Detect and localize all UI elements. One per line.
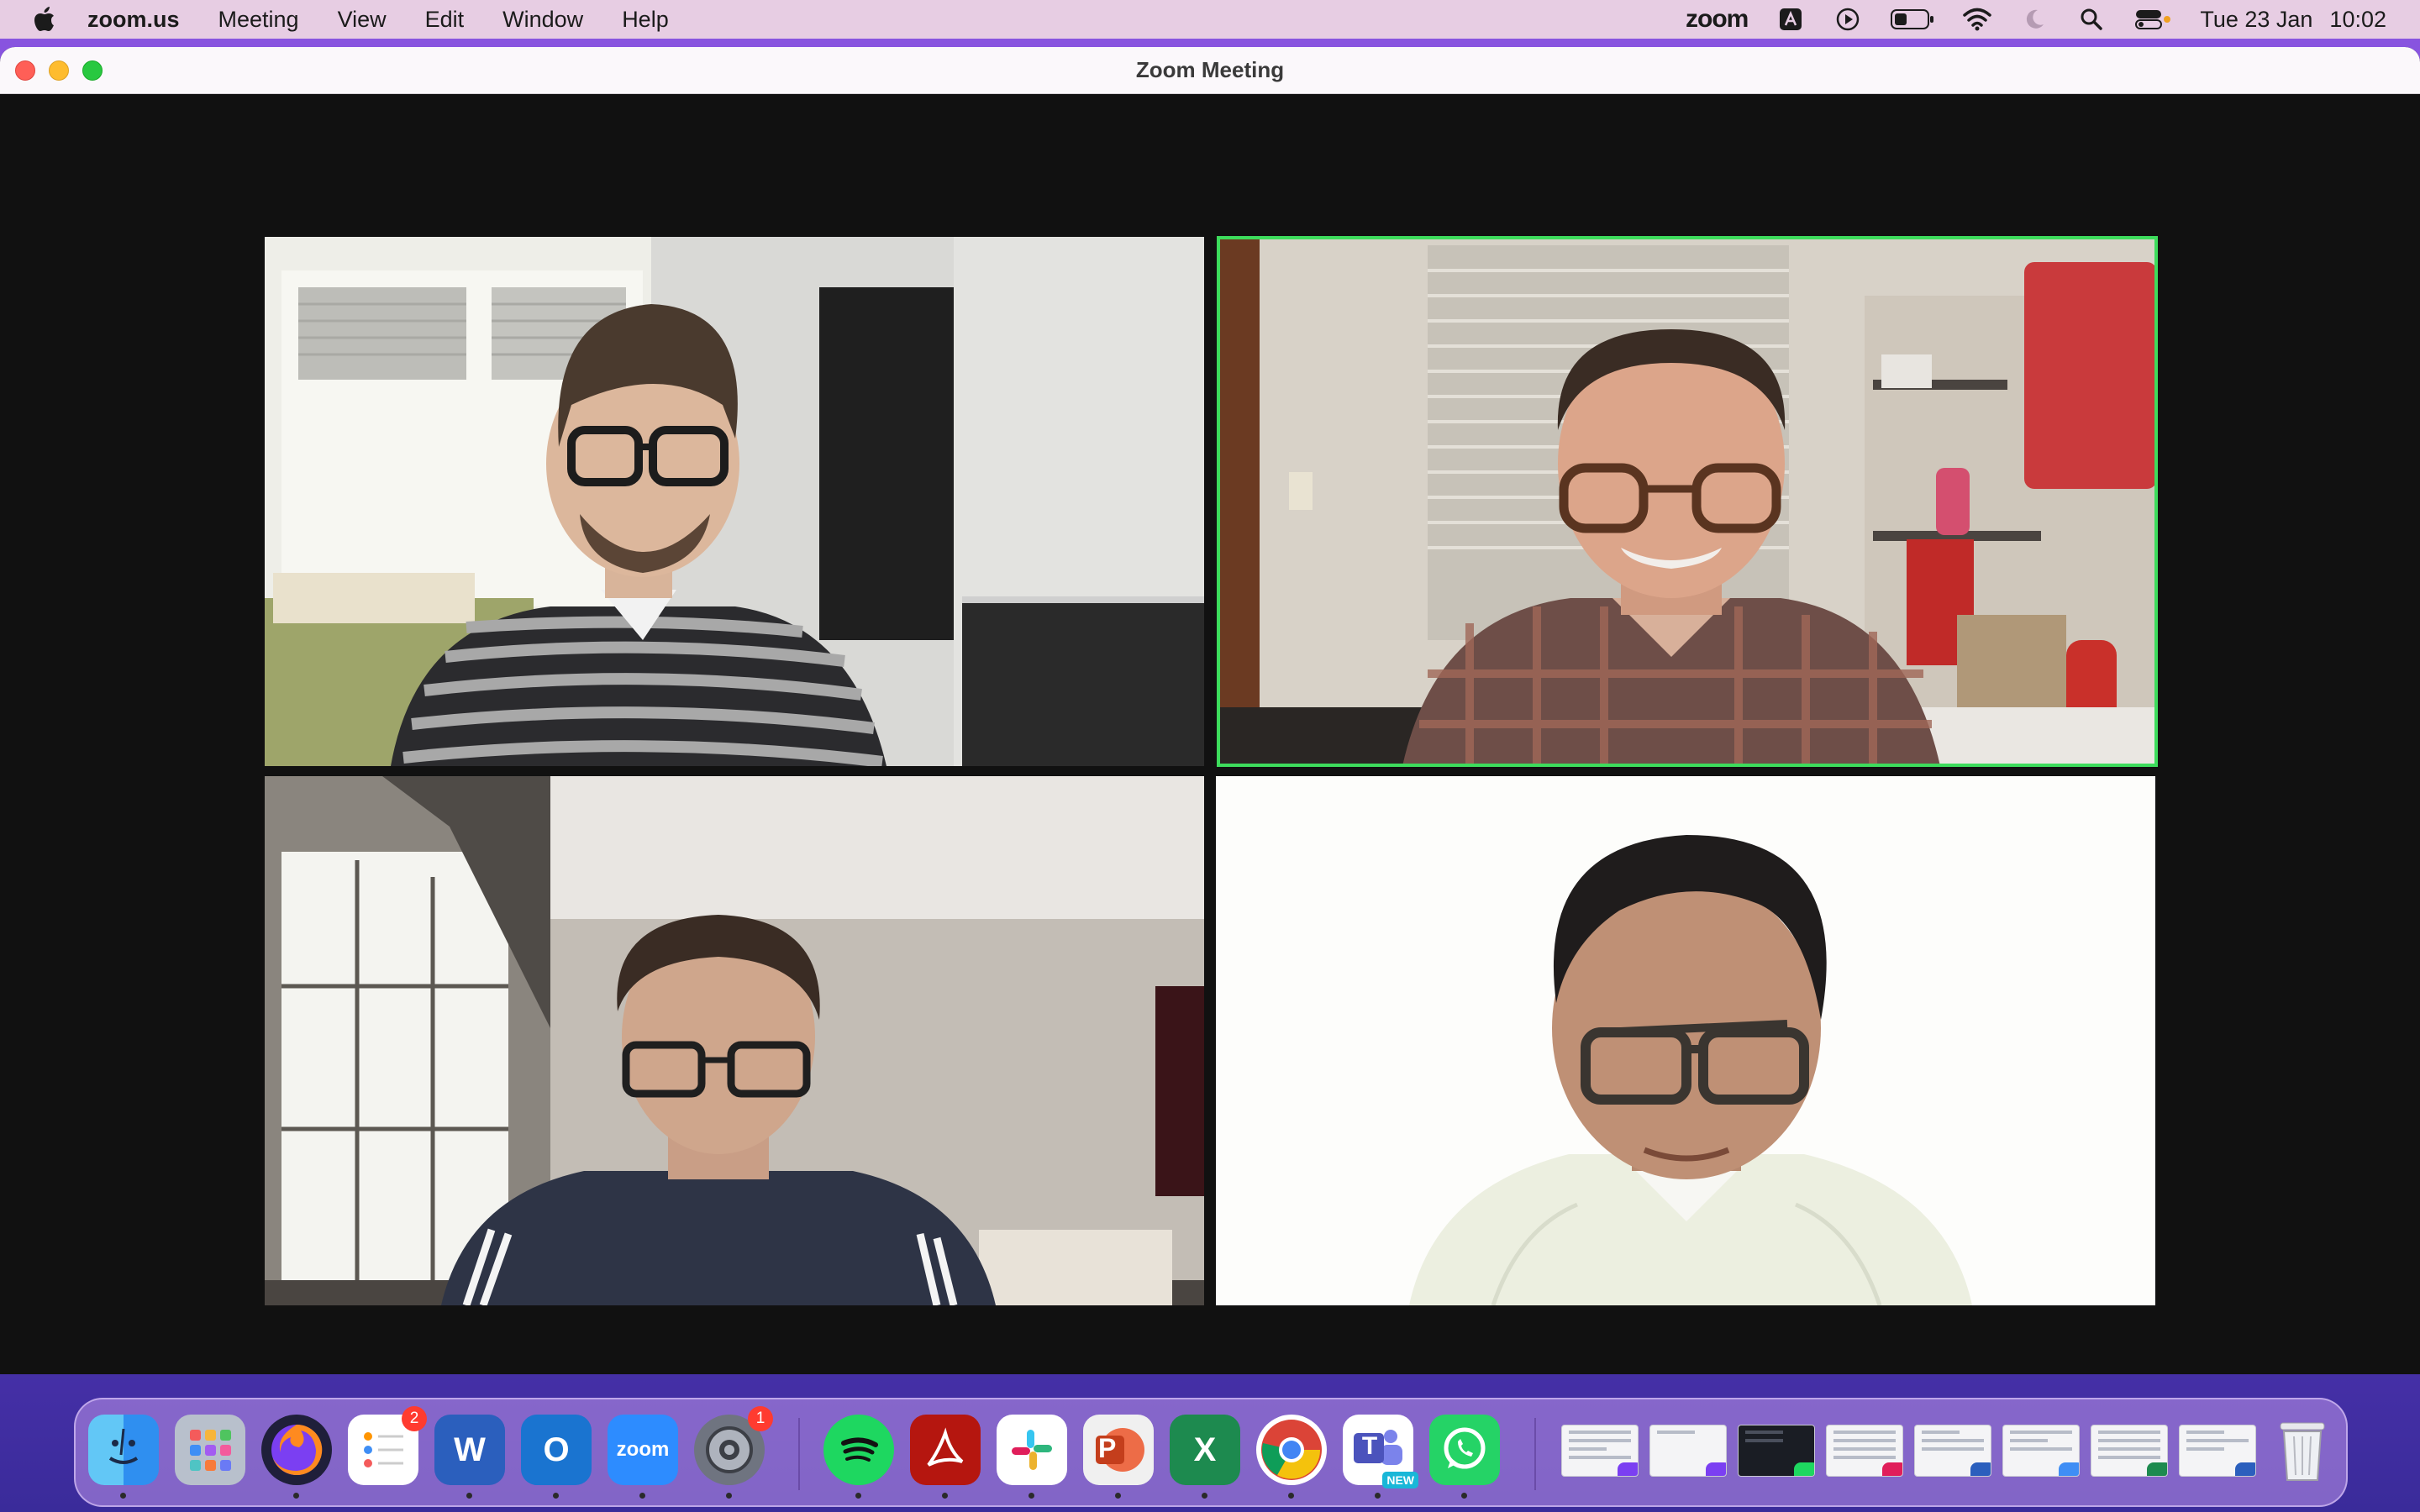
menubar-time[interactable]: 10:02: [2329, 7, 2386, 33]
notes-app-icon[interactable]: [1776, 7, 1805, 32]
focus-moon-icon[interactable]: [2020, 7, 2049, 32]
dock: 2 W O zoom 1 P X T NEW: [74, 1398, 2348, 1507]
outlook-glyph: O: [543, 1431, 570, 1468]
participant-video-4-feed: [1216, 776, 2155, 1305]
minimized-window-3[interactable]: [1738, 1425, 1815, 1477]
menubar-date[interactable]: Tue 23 Jan: [2200, 7, 2312, 33]
minimize-window-button[interactable]: [49, 60, 69, 81]
word-icon[interactable]: W: [434, 1415, 505, 1499]
control-center-icon[interactable]: [2134, 7, 2171, 32]
dock-separator-2: [1534, 1418, 1536, 1490]
zoom-glyph: zoom: [616, 1438, 670, 1461]
zoom-meeting-window: Zoom Meeting: [0, 47, 2420, 1374]
zoom-status-item[interactable]: zoom: [1686, 5, 1749, 34]
spotlight-search-icon[interactable]: [2077, 7, 2106, 32]
minimized-window-7[interactable]: [2091, 1425, 2168, 1477]
participant-video-3-feed: [265, 776, 1204, 1305]
menu-app-name[interactable]: zoom.us: [87, 7, 180, 33]
menu-bar: zoom.us Meeting View Edit Window Help zo…: [0, 0, 2420, 39]
reminders-icon[interactable]: 2: [348, 1406, 427, 1485]
settings-badge: 1: [748, 1406, 773, 1431]
menu-edit[interactable]: Edit: [425, 7, 465, 33]
participant-video-4[interactable]: [1216, 776, 2155, 1305]
teams-glyph: T: [1361, 1432, 1378, 1460]
firefox-icon[interactable]: [261, 1415, 332, 1499]
battery-icon[interactable]: [1891, 7, 1934, 32]
excel-glyph: X: [1193, 1431, 1217, 1468]
zoom-icon[interactable]: zoom: [608, 1415, 678, 1499]
chrome-icon[interactable]: [1256, 1415, 1327, 1499]
powerpoint-icon[interactable]: P: [1083, 1415, 1154, 1499]
window-titlebar[interactable]: Zoom Meeting: [0, 47, 2420, 94]
trash-icon[interactable]: [2267, 1415, 2338, 1485]
window-title: Zoom Meeting: [1135, 57, 1285, 82]
wifi-icon[interactable]: [1963, 7, 1992, 32]
teams-new-badge: NEW: [1382, 1472, 1418, 1488]
slack-icon[interactable]: [997, 1415, 1067, 1499]
powerpoint-glyph: P: [1098, 1433, 1117, 1463]
minimized-window-5[interactable]: [1914, 1425, 1991, 1477]
window-controls: [15, 60, 103, 81]
excel-icon[interactable]: X: [1170, 1415, 1240, 1499]
fullscreen-window-button[interactable]: [82, 60, 103, 81]
menu-help[interactable]: Help: [622, 7, 669, 33]
apple-icon[interactable]: [34, 7, 55, 32]
settings-icon[interactable]: 1: [694, 1406, 773, 1499]
status-area: zoom Tue 23 Jan 10:02: [1686, 0, 2386, 39]
word-glyph: W: [454, 1431, 486, 1468]
minimized-window-2[interactable]: [1649, 1425, 1727, 1477]
play-icon[interactable]: [1833, 7, 1862, 32]
reminders-badge: 2: [402, 1406, 427, 1431]
participant-video-1[interactable]: [265, 237, 1204, 766]
minimized-window-8[interactable]: [2179, 1425, 2256, 1477]
whatsapp-icon[interactable]: [1429, 1415, 1500, 1499]
minimized-window-1[interactable]: [1561, 1425, 1639, 1477]
menu-meeting[interactable]: Meeting: [218, 7, 299, 33]
minimized-window-4[interactable]: [1826, 1425, 1903, 1477]
participant-video-1-feed: [265, 237, 1204, 766]
video-gallery: [0, 94, 2420, 1374]
launchpad-icon[interactable]: [175, 1415, 245, 1485]
participant-video-2-feed: [1218, 237, 2157, 766]
participant-video-3[interactable]: [265, 776, 1204, 1305]
teams-icon[interactable]: T NEW: [1343, 1415, 1418, 1499]
outlook-icon[interactable]: O: [521, 1415, 592, 1499]
participant-video-2[interactable]: [1217, 236, 2158, 767]
dock-separator: [798, 1418, 800, 1490]
close-window-button[interactable]: [15, 60, 35, 81]
menu-view[interactable]: View: [338, 7, 387, 33]
minimized-window-6[interactable]: [2002, 1425, 2080, 1477]
finder-icon[interactable]: [88, 1415, 159, 1499]
acrobat-icon[interactable]: [910, 1415, 981, 1499]
menu-window[interactable]: Window: [502, 7, 583, 33]
spotify-icon[interactable]: [823, 1415, 894, 1499]
